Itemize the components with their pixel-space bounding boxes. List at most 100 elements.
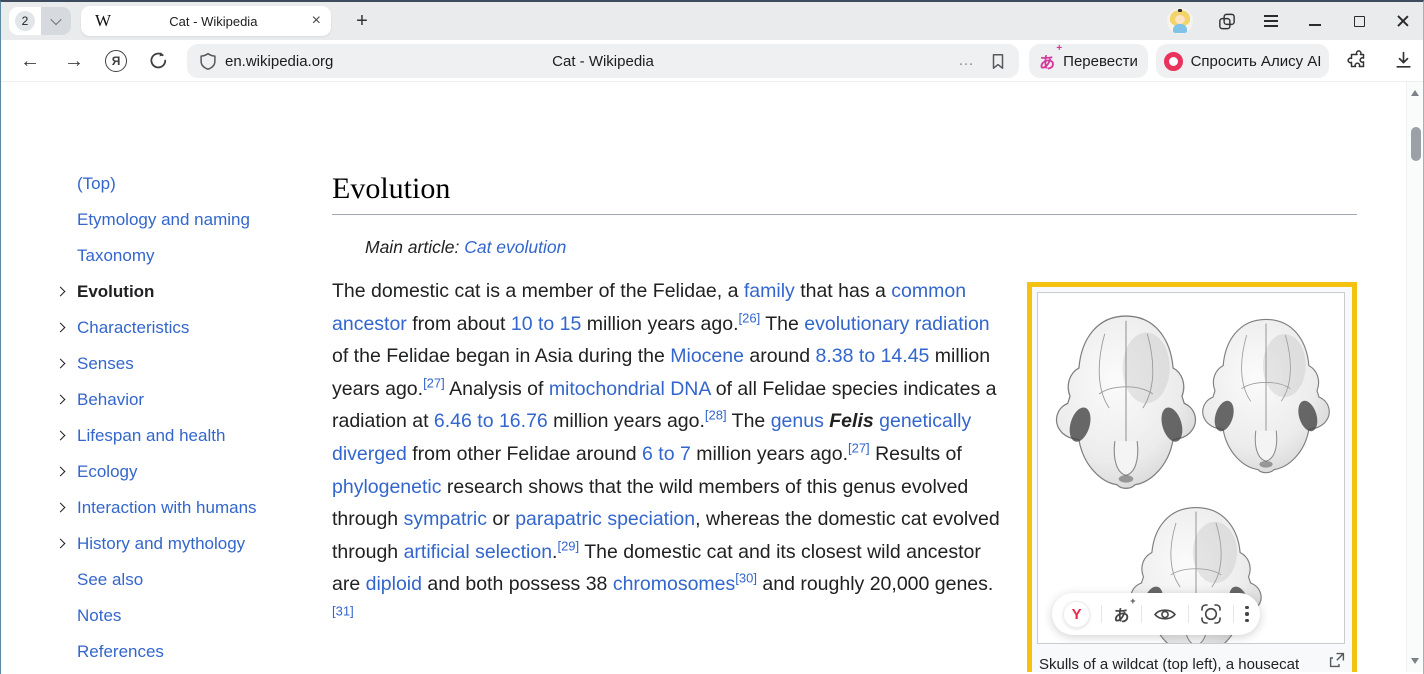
skulls-image[interactable]: Y あ xyxy=(1037,292,1345,644)
maximize-button[interactable] xyxy=(1349,11,1369,31)
forward-button[interactable]: → xyxy=(59,40,89,82)
back-button[interactable]: ← xyxy=(15,40,45,82)
reference-link[interactable]: [31] xyxy=(332,603,354,618)
chevron-right-icon[interactable] xyxy=(56,467,66,477)
toc-item-label: References xyxy=(77,642,164,662)
toc-item[interactable]: Evolution xyxy=(41,274,306,310)
chevron-right-icon[interactable] xyxy=(56,503,66,513)
active-tab[interactable]: W Cat - Wikipedia × xyxy=(81,6,331,36)
article-link[interactable]: phylogenetic xyxy=(332,476,442,498)
toc-item[interactable]: History and mythology xyxy=(41,526,306,562)
article-figure-highlighted: Y あ xyxy=(1027,282,1357,672)
paragraph-text: and roughly 20,000 genes. xyxy=(757,573,993,595)
toc-item[interactable]: Taxonomy xyxy=(41,238,306,274)
toc-item[interactable]: (Top) xyxy=(41,166,306,202)
chevron-right-icon[interactable] xyxy=(56,287,66,297)
toc-item[interactable]: Etymology and naming xyxy=(41,202,306,238)
article-link[interactable]: mitochondrial DNA xyxy=(549,378,710,400)
enlarge-image-button[interactable] xyxy=(1329,652,1345,668)
article-link[interactable]: evolutionary radiation xyxy=(804,313,989,335)
scroll-down-arrow[interactable] xyxy=(1411,658,1419,664)
scroll-up-arrow[interactable] xyxy=(1411,90,1419,96)
chevron-right-icon[interactable] xyxy=(56,431,66,441)
toc-item[interactable]: Characteristics xyxy=(41,310,306,346)
tab-count[interactable]: 2 xyxy=(9,7,41,35)
chevron-right-icon[interactable] xyxy=(56,539,66,549)
puzzle-icon xyxy=(1347,50,1369,72)
browser-window: 2 W Cat - Wikipedia × + xyxy=(0,0,1424,674)
toc-item[interactable]: Interaction with humans xyxy=(41,490,306,526)
reference-link[interactable]: [29] xyxy=(557,538,579,553)
article-link[interactable]: genus xyxy=(771,410,824,432)
toc-item[interactable]: External links xyxy=(41,670,306,672)
chevron-right-icon[interactable] xyxy=(56,395,66,405)
menu-button[interactable] xyxy=(1261,11,1281,31)
toc-item[interactable]: Ecology xyxy=(41,454,306,490)
chevron-right-icon[interactable] xyxy=(56,323,66,333)
chevron-right-icon[interactable] xyxy=(56,359,66,369)
close-window-button[interactable] xyxy=(1393,11,1413,31)
tab-count-button[interactable]: 2 xyxy=(9,7,71,35)
article-link[interactable]: diploid xyxy=(366,573,422,595)
minimize-button[interactable] xyxy=(1305,11,1325,31)
profile-avatar[interactable] xyxy=(1167,8,1193,34)
bookmark-icon[interactable] xyxy=(989,52,1007,71)
refresh-button[interactable] xyxy=(148,50,169,76)
extensions-button[interactable] xyxy=(1347,50,1369,77)
article-link[interactable]: artificial selection xyxy=(404,541,552,563)
downloads-button[interactable] xyxy=(1393,50,1414,76)
toc-item[interactable]: Behavior xyxy=(41,382,306,418)
article-link[interactable]: sympatric xyxy=(404,508,487,530)
toc-item[interactable]: Lifespan and health xyxy=(41,418,306,454)
article-link[interactable]: 6 to 7 xyxy=(642,443,691,465)
toc-item[interactable]: References xyxy=(41,634,306,670)
article-link[interactable]: 10 to 15 xyxy=(511,313,581,335)
paragraph-text: The xyxy=(727,410,771,432)
yandex-search-button[interactable]: Y xyxy=(1063,601,1090,628)
article-link[interactable]: family xyxy=(744,280,795,302)
side-panel-button[interactable] xyxy=(1217,11,1237,31)
ask-alice-button[interactable]: Спросить Алису AI xyxy=(1156,44,1329,78)
article-link[interactable]: 8.38 to 14.45 xyxy=(816,345,930,367)
toc-item[interactable]: See also xyxy=(41,562,306,598)
hatnote-prefix: Main article: xyxy=(365,237,464,257)
reference-link[interactable]: [27] xyxy=(423,375,445,390)
paragraph-text: of the Felidae began in Asia during the xyxy=(332,345,670,367)
tab-list-dropdown[interactable] xyxy=(41,7,71,35)
article-link[interactable]: Miocene xyxy=(670,345,744,367)
reference-link[interactable]: [26] xyxy=(739,310,761,325)
toc-item-label: Interaction with humans xyxy=(77,498,257,518)
reference-link[interactable]: [27] xyxy=(848,440,870,455)
article-paragraph: The domestic cat is a member of the Feli… xyxy=(332,275,1008,634)
close-tab-icon[interactable]: × xyxy=(312,13,321,29)
reference-link[interactable]: [30] xyxy=(735,571,757,586)
new-tab-button[interactable]: + xyxy=(347,6,377,36)
toc-item[interactable]: Notes xyxy=(41,598,306,634)
article-link[interactable]: chromosomes xyxy=(613,573,735,595)
chevron-down-icon xyxy=(50,14,61,25)
table-of-contents: (Top) Etymology and naming Taxonomy Evol… xyxy=(41,166,306,672)
address-bar[interactable]: en.wikipedia.org Cat - Wikipedia … xyxy=(187,44,1019,78)
translate-button[interactable]: あ Перевести xyxy=(1029,44,1148,78)
translate-image-button[interactable]: あ xyxy=(1113,602,1129,626)
view-image-button[interactable] xyxy=(1153,606,1177,623)
divider xyxy=(1233,605,1234,623)
toc-item[interactable]: Senses xyxy=(41,346,306,382)
reference-link[interactable]: [28] xyxy=(705,408,727,423)
yandex-home-button[interactable]: Я xyxy=(105,50,127,72)
image-more-button[interactable] xyxy=(1245,606,1248,622)
article-link[interactable]: parapatric speciation xyxy=(515,508,695,530)
page-scrollbar[interactable] xyxy=(1406,82,1423,672)
paragraph-text: from other Felidae around xyxy=(407,443,642,465)
toc-item-label: Evolution xyxy=(77,282,154,302)
site-more-button[interactable]: … xyxy=(958,52,975,70)
shield-icon[interactable] xyxy=(199,52,217,71)
avatar-bow xyxy=(1178,9,1182,12)
article-link[interactable]: 6.46 to 16.76 xyxy=(434,410,548,432)
hatnote: Main article: Cat evolution xyxy=(365,237,566,258)
scrollbar-thumb[interactable] xyxy=(1411,127,1421,161)
toc-item-label: Etymology and naming xyxy=(77,210,250,230)
visual-search-button[interactable] xyxy=(1200,603,1222,625)
paragraph-text: The domestic cat is a member of the Feli… xyxy=(332,280,744,302)
hatnote-link[interactable]: Cat evolution xyxy=(464,237,566,257)
